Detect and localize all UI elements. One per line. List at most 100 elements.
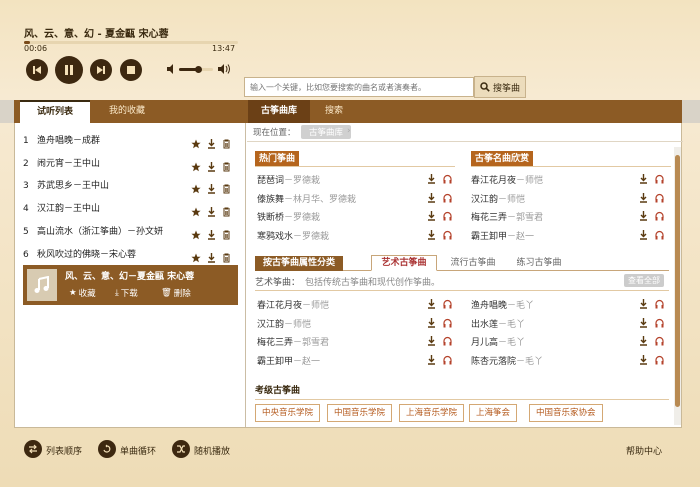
list-order-button[interactable] (24, 440, 42, 458)
download-icon[interactable] (207, 181, 217, 195)
track-name[interactable]: 苏武思乡－王中山 (37, 175, 109, 197)
next-button[interactable] (90, 59, 112, 81)
song-item[interactable]: 陈杏元落院－毛丫 (471, 354, 543, 367)
trash-icon[interactable] (222, 136, 232, 149)
song-item[interactable]: 梅花三弄－郭雪君 (471, 210, 543, 223)
trash-icon[interactable] (222, 204, 232, 217)
download-icon[interactable] (427, 192, 436, 203)
tab-by-attribute[interactable]: 按古筝曲属性分类 (255, 256, 343, 271)
headphones-icon[interactable] (655, 299, 664, 309)
list-item[interactable]: 3 苏武思乡－王中山 (15, 175, 246, 197)
star-icon[interactable] (191, 250, 201, 262)
song-item[interactable]: 汉江韵－师恺 (257, 317, 311, 330)
headphones-icon[interactable] (443, 336, 452, 346)
headphones-icon[interactable] (655, 355, 664, 365)
song-name[interactable]: 傣族舞 (257, 195, 284, 205)
download-icon[interactable] (427, 174, 436, 184)
headphones-icon[interactable] (655, 230, 664, 240)
list-item[interactable]: 5 高山流水（浙江筝曲）－孙文妍 (15, 221, 246, 243)
download-icon[interactable] (427, 230, 436, 240)
download-action[interactable]: ⤓ 下载 (115, 287, 138, 299)
tab-pop-zheng[interactable]: 流行古筝曲 (443, 256, 503, 271)
song-item[interactable]: 汉江韵－师恺 (471, 192, 525, 205)
trash-icon[interactable] (222, 181, 232, 194)
song-item[interactable]: 春江花月夜－师恺 (257, 298, 329, 311)
list-item[interactable]: 2 闹元宵－王中山 (15, 153, 246, 175)
star-icon[interactable] (191, 204, 201, 217)
list-item[interactable]: 1 渔舟唱晚－成群 (15, 130, 246, 152)
download-icon[interactable] (639, 174, 648, 184)
download-icon[interactable] (427, 299, 436, 309)
single-loop-label[interactable]: 单曲循环 (120, 444, 156, 457)
download-icon[interactable] (427, 211, 436, 222)
headphones-icon[interactable] (443, 174, 452, 184)
headphones-icon[interactable] (443, 355, 452, 365)
download-icon[interactable] (207, 204, 217, 217)
download-icon[interactable] (207, 136, 217, 149)
download-icon[interactable] (207, 250, 217, 263)
list-item[interactable]: 4 汉江韵－王中山 (15, 198, 246, 220)
volume-max-icon[interactable] (217, 63, 231, 75)
song-name[interactable]: 陈杏元落院 (471, 357, 516, 367)
collect-action[interactable]: ★ 收藏 (69, 287, 96, 299)
pause-button[interactable] (55, 56, 83, 84)
download-icon[interactable] (639, 317, 648, 328)
download-icon[interactable] (639, 355, 648, 365)
scrollbar[interactable] (674, 147, 681, 425)
search-button[interactable]: 搜筝曲 (474, 76, 526, 98)
song-item[interactable]: 月儿高－毛丫 (471, 335, 525, 348)
song-name[interactable]: 霸王卸甲 (471, 232, 507, 242)
song-item[interactable]: 琵琶词－罗德栽 (257, 173, 320, 186)
exam-button[interactable]: 上海音乐学院 (399, 404, 465, 422)
random-button[interactable] (172, 440, 190, 458)
delete-action[interactable]: 🗑 删除 (161, 287, 191, 299)
single-loop-button[interactable] (98, 440, 116, 458)
download-icon[interactable] (639, 211, 648, 222)
download-icon[interactable] (639, 230, 648, 240)
volume-knob[interactable] (194, 66, 202, 73)
trash-icon[interactable] (222, 159, 232, 172)
song-name[interactable]: 出水莲 (471, 320, 498, 330)
download-icon[interactable] (639, 192, 648, 203)
tab-practice-zheng[interactable]: 练习古筝曲 (509, 256, 569, 271)
trash-icon[interactable] (222, 227, 232, 240)
star-icon[interactable] (191, 227, 201, 240)
song-name[interactable]: 铁断桥 (257, 213, 284, 223)
tab-favorites[interactable]: 我的收藏 (92, 100, 162, 123)
song-item[interactable]: 傣族舞－林月华、罗德栽 (257, 192, 356, 205)
tab-library[interactable]: 古筝曲库 (248, 100, 310, 123)
star-icon[interactable] (191, 159, 201, 171)
download-icon[interactable] (427, 336, 436, 347)
song-item[interactable]: 渔舟唱晚－毛丫 (471, 298, 534, 311)
trash-icon[interactable] (222, 250, 232, 262)
song-name[interactable]: 梅花三弄 (257, 338, 293, 348)
previous-button[interactable] (26, 59, 48, 81)
headphones-icon[interactable] (443, 318, 452, 328)
song-name[interactable]: 梅花三弄 (471, 213, 507, 223)
track-name[interactable]: 秋风吹过的佛晓－宋心蓉 (37, 244, 136, 266)
help-link[interactable]: 帮助中心 (626, 444, 662, 457)
exam-button[interactable]: 中国音乐家协会 (529, 404, 603, 422)
star-icon[interactable] (191, 136, 201, 149)
song-item[interactable]: 出水莲－毛丫 (471, 317, 525, 330)
headphones-icon[interactable] (443, 193, 452, 203)
headphones-icon[interactable] (655, 336, 664, 346)
stop-button[interactable] (120, 59, 142, 81)
progress-bar[interactable] (24, 41, 238, 44)
song-item[interactable]: 梅花三弄－郭雪君 (257, 335, 329, 348)
song-name[interactable]: 春江花月夜 (257, 301, 302, 311)
headphones-icon[interactable] (655, 174, 664, 184)
tab-art-zheng[interactable]: 艺术古筝曲 (371, 255, 437, 271)
track-name[interactable]: 高山流水（浙江筝曲）－孙文妍 (37, 221, 163, 243)
star-icon[interactable] (191, 181, 201, 194)
song-item[interactable]: 寒鸦戏水－罗德栽 (257, 229, 329, 242)
download-icon[interactable] (639, 336, 648, 347)
volume-mute-icon[interactable] (166, 63, 178, 75)
search-input[interactable] (244, 77, 474, 97)
exam-button[interactable]: 上海筝会 (469, 404, 518, 422)
download-icon[interactable] (207, 227, 217, 240)
track-name[interactable]: 闹元宵－王中山 (37, 153, 100, 175)
headphones-icon[interactable] (655, 318, 664, 328)
song-name[interactable]: 渔舟唱晚 (471, 301, 507, 311)
volume-slider[interactable] (179, 66, 213, 73)
